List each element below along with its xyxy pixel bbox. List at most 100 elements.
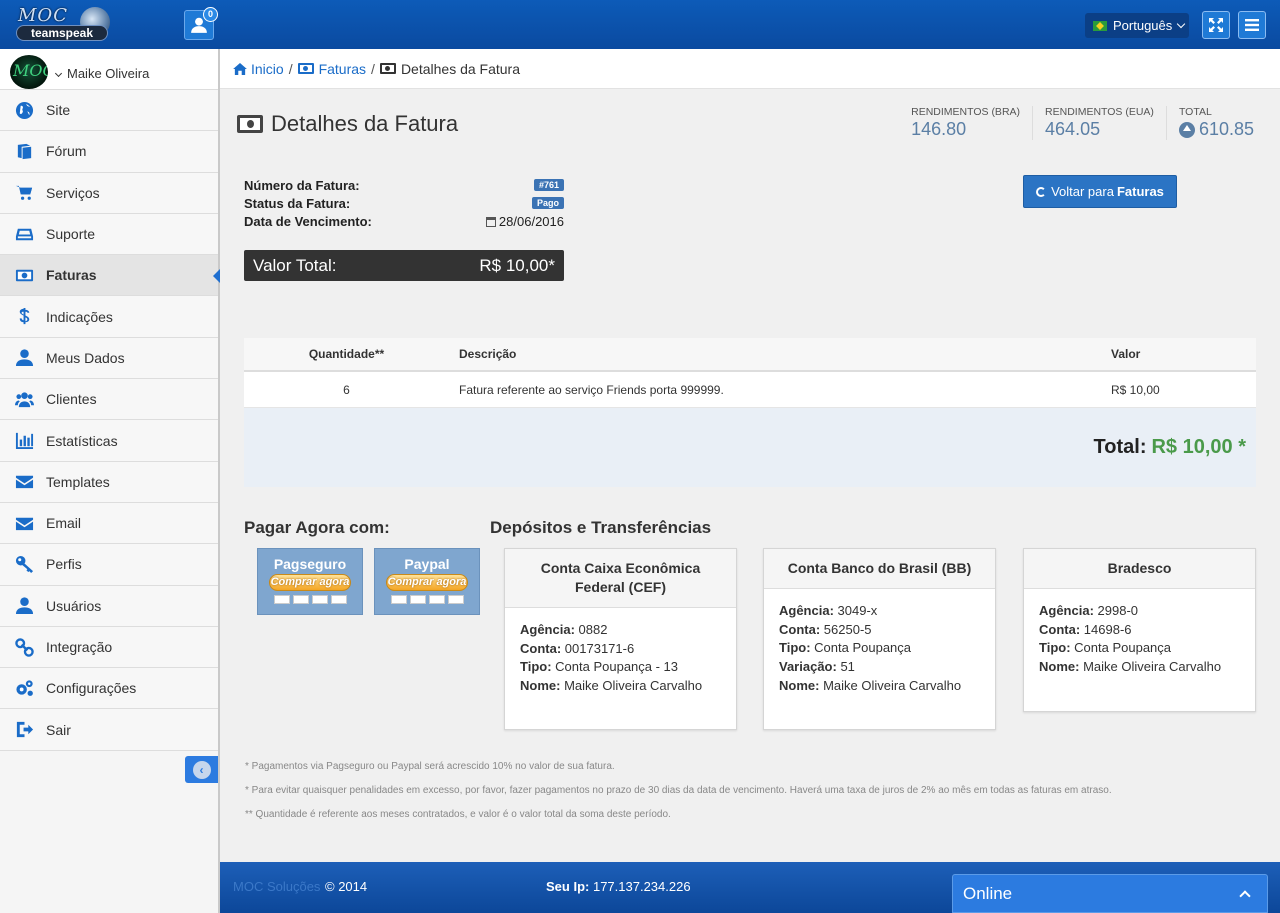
collapse-sidebar-button[interactable]: ‹ <box>185 756 218 783</box>
bank-details: Agência: 2998-0 Conta: 14698-6 Tipo: Conta… <box>1024 589 1255 697</box>
money-icon <box>297 63 314 74</box>
footer-brand[interactable]: MOC Soluções <box>233 879 320 894</box>
chevron-down-icon <box>1177 19 1186 29</box>
dollar-icon <box>13 307 35 327</box>
fullscreen-button[interactable] <box>1202 11 1230 39</box>
breadcrumb-home[interactable]: Inicio <box>233 61 284 77</box>
menu-button[interactable] <box>1238 11 1266 39</box>
pay-now-title: Pagar Agora com: <box>244 518 390 537</box>
pagseguro-button[interactable]: Pagseguro Comprar agora <box>257 548 363 615</box>
invoice-info: Número da Fatura: #761 Status da Fatura:… <box>244 176 564 230</box>
invoice-number-row: Número da Fatura: #761 <box>244 176 564 194</box>
card-logos <box>258 595 362 604</box>
deposits-title: Depósitos e Transferências <box>490 518 712 537</box>
hdd-icon <box>13 224 35 244</box>
sidebar-item-email[interactable]: Email <box>0 502 218 545</box>
sidebar-item-usuarios[interactable]: Usuários <box>0 585 218 627</box>
sidebar-item-forum[interactable]: Fórum <box>0 131 218 173</box>
main-content: Detalhes da Fatura RENDIMENTOS (BRA) 146… <box>220 89 1280 861</box>
table-row: 6 Fatura referente ao serviço Friends po… <box>244 372 1256 408</box>
logo[interactable]: MOC teamspeak <box>14 5 110 45</box>
sidebar-item-label: Indicações <box>46 308 113 325</box>
bank-card-bradesco: Bradesco Agência: 2998-0 Conta: 14698-6 Ti… <box>1023 548 1256 712</box>
bank-field: Agência: 2998-0 <box>1039 603 1139 618</box>
invoice-items-table: Quantidade** Descrição Valor 6 Fatura re… <box>244 338 1256 487</box>
sidebar-item-templates[interactable]: Templates <box>0 461 218 503</box>
money-icon <box>379 63 396 74</box>
brazil-flag-icon <box>1093 20 1107 31</box>
sidebar-item-label: Integração <box>46 639 113 655</box>
sidebar-item-label: Faturas <box>46 267 97 284</box>
bank-field: Variação: 51 <box>779 659 855 675</box>
breadcrumb-separator: / <box>288 60 293 77</box>
back-to-invoices-button[interactable]: Voltar para Faturas <box>1023 175 1177 208</box>
bank-name: Conta Banco do Brasil (BB) <box>764 549 995 589</box>
bank-details: Agência: 0882 Conta: 00173171-6 Tipo: Cont… <box>505 608 736 716</box>
breadcrumb-invoices[interactable]: Faturas <box>297 61 366 77</box>
bank-field: Nome: Maike Oliveira Carvalho <box>779 677 962 693</box>
sidebar-item-integracao[interactable]: Integração <box>0 626 218 669</box>
bank-field: Nome: Maike Oliveira Carvalho <box>1039 659 1222 675</box>
paypal-button[interactable]: Paypal Comprar agora <box>374 548 480 615</box>
bank-field: Conta: 14698-6 <box>1039 621 1132 637</box>
chevron-up-icon <box>1239 890 1251 902</box>
language-label: Português <box>1113 18 1173 33</box>
bank-field: Nome: Maike Oliveira Carvalho <box>520 678 703 694</box>
status-badge: Pago <box>531 197 564 209</box>
notifications-button[interactable]: 0 <box>184 7 218 40</box>
invoice-status-row: Status da Fatura: Pago <box>244 194 564 212</box>
bank-field: Conta: 00173171-6 <box>520 640 635 656</box>
globe-icon <box>13 100 35 120</box>
breadcrumb-current: Detalhes da Fatura <box>379 61 520 77</box>
sidebar-item-sair[interactable]: Sair <box>0 709 218 751</box>
stats-panel: RENDIMENTOS (BRA) 146.80 RENDIMENTOS (EU… <box>899 106 1266 140</box>
sidebar-item-label: Suporte <box>46 226 96 243</box>
sign-out-icon <box>13 720 35 740</box>
table-header: Quantidade** Descrição Valor <box>244 338 1256 372</box>
user-icon <box>13 596 35 616</box>
user-name[interactable]: Maike Oliveira <box>54 66 149 81</box>
sidebar-item-faturas[interactable]: Faturas <box>0 255 220 297</box>
stat-eua: RENDIMENTOS (EUA) 464.05 <box>1032 106 1166 140</box>
sidebar-item-estatisticas[interactable]: Estatísticas <box>0 420 218 462</box>
bank-field: Conta: 56250-5 <box>779 621 872 637</box>
logo-bottom-text: teamspeak <box>16 25 108 41</box>
footer-copyright: © 2014 <box>325 879 368 894</box>
bank-details: Agência: 3049-x Conta: 56250-5 Tipo: Conta… <box>764 589 995 716</box>
bank-field: Agência: 3049-x <box>779 603 878 618</box>
cart-icon <box>13 183 35 203</box>
book-icon <box>13 141 35 161</box>
chevron-down-icon <box>54 69 63 78</box>
sidebar-item-label: Meus Dados <box>46 349 125 366</box>
sidebar-item-meus-dados[interactable]: Meus Dados <box>0 337 218 380</box>
breadcrumb: Inicio / Faturas / Detalhes da Fatura <box>220 49 1280 89</box>
arrow-left-icon: ‹ <box>192 760 211 779</box>
bar-chart-icon <box>13 431 35 451</box>
bank-name: Bradesco <box>1024 549 1255 589</box>
key-icon <box>13 554 35 574</box>
sidebar-item-indicacoes[interactable]: Indicações <box>0 296 218 338</box>
sidebar-item-servicos[interactable]: Serviços <box>0 172 218 214</box>
online-chat-bar[interactable]: Online <box>952 874 1268 913</box>
sidebar-item-label: Usuários <box>46 597 102 614</box>
sidebar-item-label: Configurações <box>46 680 137 697</box>
note: * Pagamentos via Pagseguro ou Paypal ser… <box>245 761 615 772</box>
user-icon <box>13 348 35 368</box>
envelope-icon <box>13 472 35 492</box>
sidebar-item-clientes[interactable]: Clientes <box>0 379 218 421</box>
sidebar-item-perfis[interactable]: Perfis <box>0 544 218 586</box>
sidebar-item-label: Templates <box>46 473 110 490</box>
note: * Para evitar quaisquer penalidades em e… <box>245 785 1112 796</box>
language-select[interactable]: Português <box>1085 13 1189 38</box>
sidebar-item-configuracoes[interactable]: Configurações <box>0 668 218 710</box>
sidebar-item-label: Fórum <box>46 143 87 160</box>
sidebar-user[interactable]: MOC Maike Oliveira <box>0 49 218 90</box>
hamburger-icon <box>1245 19 1259 31</box>
money-icon <box>13 265 35 285</box>
calendar-icon <box>485 216 496 227</box>
sidebar-item-label: Sair <box>46 721 71 738</box>
sidebar-item-suporte[interactable]: Suporte <box>0 213 218 256</box>
bank-card-bb: Conta Banco do Brasil (BB) Agência: 3049… <box>763 548 996 730</box>
table-total: Total: R$ 10,00 * <box>244 408 1256 487</box>
sidebar-item-site[interactable]: Site <box>0 90 218 132</box>
